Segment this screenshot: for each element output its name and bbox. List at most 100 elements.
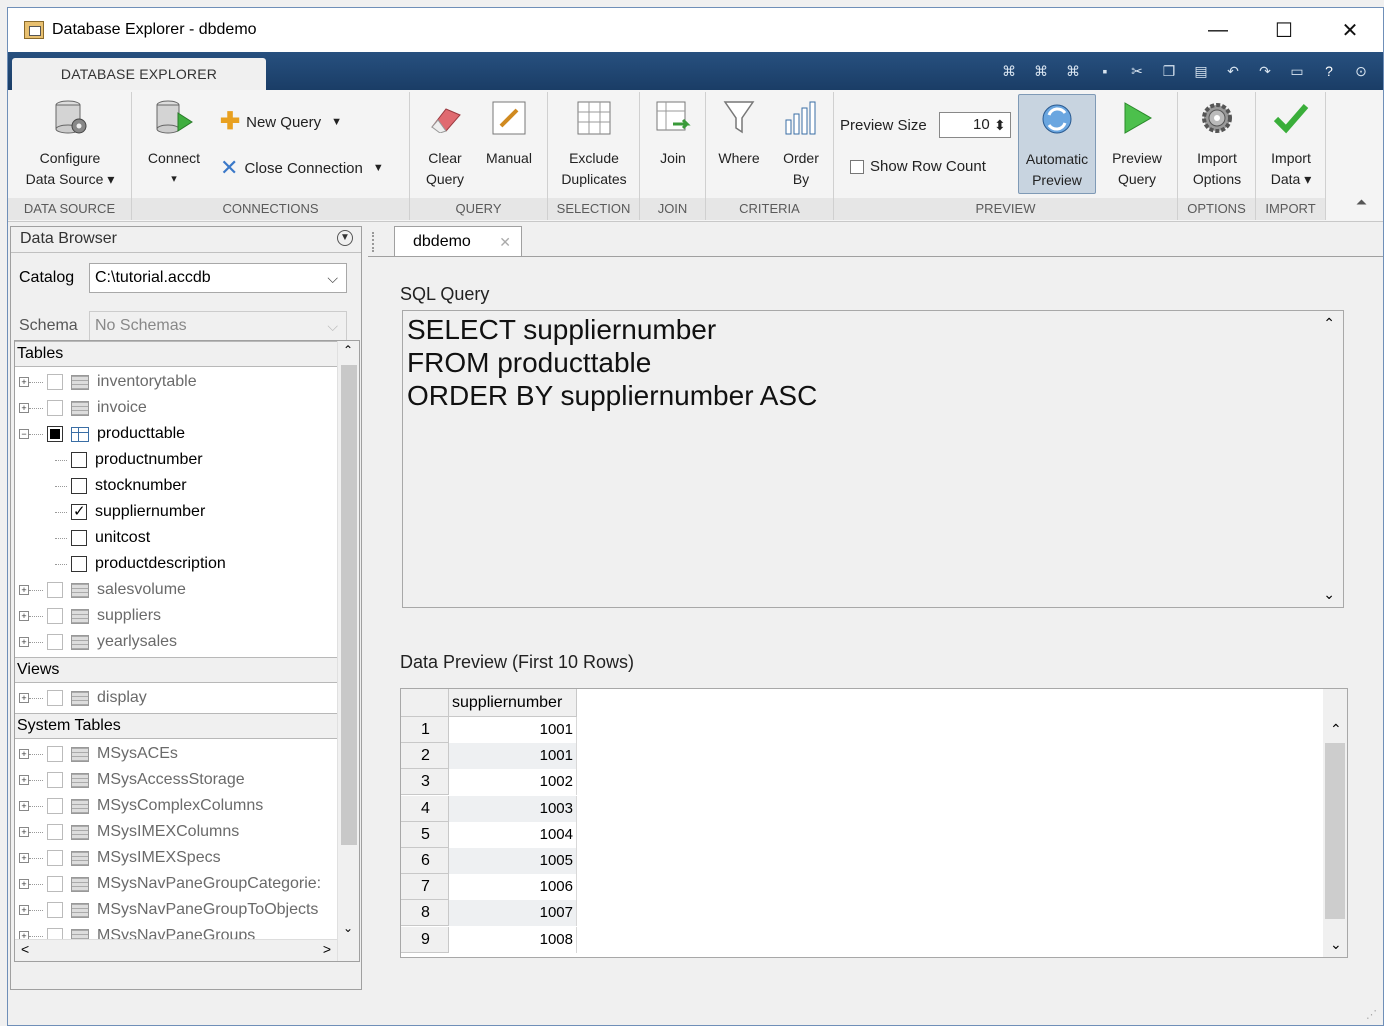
resize-grip-icon[interactable]: ⋰ (1366, 1008, 1377, 1021)
tree-row-system-table[interactable]: + MSysIMEXColumns (15, 819, 239, 845)
panel-grip[interactable] (372, 232, 374, 252)
tree-row-system-table[interactable]: + MSysAccessStorage (15, 767, 245, 793)
clear-query-button[interactable]: Clear Query (416, 94, 474, 190)
tree-row-column[interactable]: ✓ suppliernumber (55, 499, 205, 525)
expand-icon[interactable]: + (19, 403, 29, 413)
checkbox[interactable] (47, 902, 63, 918)
tree-row-table-expanded[interactable]: − producttable (15, 421, 185, 447)
table-cell[interactable]: 1008 (449, 926, 577, 953)
pin-icon[interactable]: ⌘ (1027, 59, 1055, 83)
table-cell[interactable]: 1005 (449, 848, 577, 874)
collapse-icon[interactable]: − (19, 429, 29, 439)
chevron-down-icon[interactable]: ⌄ (343, 921, 353, 935)
table-cell[interactable]: 1006 (449, 874, 577, 901)
sql-query-editor[interactable]: SELECT suppliernumber FROM producttable … (402, 310, 1344, 608)
expand-icon[interactable]: + (19, 637, 29, 647)
tree-row-column[interactable]: stocknumber (55, 473, 187, 499)
checkbox[interactable] (47, 746, 63, 762)
expand-icon[interactable]: + (19, 853, 29, 863)
chevron-up-icon[interactable]: ⌃ (1330, 721, 1342, 738)
pin-icon[interactable]: ⌘ (1059, 59, 1087, 83)
help-icon[interactable]: ? (1315, 59, 1343, 83)
close-connection-button[interactable]: ✕ Close Connection ▼ (220, 157, 384, 179)
expand-icon[interactable]: + (19, 905, 29, 915)
expand-icon[interactable]: + (19, 879, 29, 889)
table-cell[interactable]: 1002 (449, 769, 577, 796)
checkbox-partial[interactable] (47, 426, 63, 442)
scrollbar-thumb[interactable] (1325, 743, 1345, 919)
expand-icon[interactable]: + (19, 611, 29, 621)
checkbox[interactable] (47, 400, 63, 416)
chevron-right-icon[interactable]: > (323, 941, 331, 957)
checkbox[interactable] (71, 478, 87, 494)
order-by-button[interactable]: Order By (772, 94, 830, 190)
tree-row-view[interactable]: + display (15, 685, 147, 711)
save-icon[interactable]: ▪ (1091, 59, 1119, 83)
chevron-down-icon[interactable]: ⌄ (1330, 936, 1342, 953)
grid-vertical-scrollbar[interactable]: ⌃ ⌄ (1323, 689, 1347, 957)
close-icon[interactable]: ✕ (499, 227, 511, 257)
chevron-left-icon[interactable]: < (21, 941, 29, 957)
manual-button[interactable]: Manual (478, 94, 540, 169)
tree-row-system-table[interactable]: + MSysComplexColumns (15, 793, 263, 819)
checkbox[interactable] (71, 530, 87, 546)
expand-icon[interactable]: + (19, 827, 29, 837)
tab-database-explorer[interactable]: DATABASE EXPLORER (12, 58, 266, 90)
tab-dbdemo[interactable]: dbdemo ✕ (394, 226, 522, 256)
paste-icon[interactable]: ▤ (1187, 59, 1215, 83)
show-row-count-checkbox[interactable]: Show Row Count (850, 158, 986, 175)
minimize-button[interactable]: — (1185, 8, 1251, 52)
checkbox[interactable] (47, 824, 63, 840)
preview-query-button[interactable]: Preview Query (1100, 94, 1174, 190)
chevron-up-icon[interactable]: ⌃ (343, 343, 353, 357)
tree-row-column[interactable]: unitcost (55, 525, 150, 551)
tree-row-table[interactable]: + yearlysales (15, 629, 177, 655)
tree-row-system-table[interactable]: + MSysNavPaneGroupToObjects (15, 897, 318, 923)
checkbox[interactable] (47, 634, 63, 650)
tree-horizontal-scrollbar[interactable]: < > (15, 939, 337, 961)
column-header[interactable]: suppliernumber (449, 689, 577, 717)
checkbox[interactable] (47, 582, 63, 598)
tree-row-table[interactable]: + invoice (15, 395, 147, 421)
where-button[interactable]: Where (710, 94, 768, 169)
table-cell[interactable]: 1001 (449, 743, 577, 770)
expand-icon[interactable]: + (19, 749, 29, 759)
checkbox[interactable] (47, 374, 63, 390)
join-button[interactable]: Join (644, 94, 702, 169)
tree-row-system-table[interactable]: + MSysNavPaneGroupCategorie: (15, 871, 321, 897)
undo-icon[interactable]: ↶ (1219, 59, 1247, 83)
checkbox[interactable] (47, 850, 63, 866)
maximize-button[interactable]: ☐ (1251, 8, 1317, 52)
checkbox[interactable] (47, 608, 63, 624)
import-options-button[interactable]: Import Options (1182, 94, 1252, 190)
expand-icon[interactable]: + (19, 585, 29, 595)
tree-row-table[interactable]: + suppliers (15, 603, 161, 629)
tree-row-table[interactable]: + salesvolume (15, 577, 186, 603)
pin-icon[interactable]: ⌘ (995, 59, 1023, 83)
window-icon[interactable]: ▭ (1283, 59, 1311, 83)
tree-row-system-table[interactable]: + MSysACEs (15, 741, 178, 767)
expand-icon[interactable]: + (19, 377, 29, 387)
checkbox[interactable] (47, 690, 63, 706)
checkbox[interactable] (71, 452, 87, 468)
import-data-button[interactable]: Import Data ▾ (1260, 94, 1322, 190)
redo-icon[interactable]: ↷ (1251, 59, 1279, 83)
automatic-preview-button[interactable]: Automatic Preview (1018, 94, 1096, 194)
catalog-dropdown[interactable]: C:\tutorial.accdb ⌵ (89, 263, 347, 293)
chevron-down-icon[interactable]: ⌄ (1323, 586, 1335, 603)
checkbox[interactable] (47, 798, 63, 814)
panel-menu-icon[interactable]: ▼ (337, 230, 353, 246)
configure-data-source-button[interactable]: Configure Data Source ▾ (14, 94, 126, 190)
checkbox-checked[interactable]: ✓ (71, 503, 87, 520)
scrollbar-thumb[interactable] (341, 365, 357, 845)
tree-vertical-scrollbar[interactable]: ⌃ ⌄ (337, 341, 359, 961)
chevron-up-icon[interactable]: ⌃ (1323, 315, 1335, 332)
close-button[interactable]: ✕ (1317, 8, 1383, 52)
cut-icon[interactable]: ✂ (1123, 59, 1151, 83)
minimize-ribbon-icon[interactable]: ⊙ (1347, 59, 1375, 83)
connect-button[interactable]: Connect ▾ (142, 94, 206, 190)
checkbox[interactable] (47, 772, 63, 788)
expand-icon[interactable]: + (19, 801, 29, 811)
table-cell[interactable]: 1001 (449, 717, 577, 743)
checkbox[interactable] (71, 556, 87, 572)
